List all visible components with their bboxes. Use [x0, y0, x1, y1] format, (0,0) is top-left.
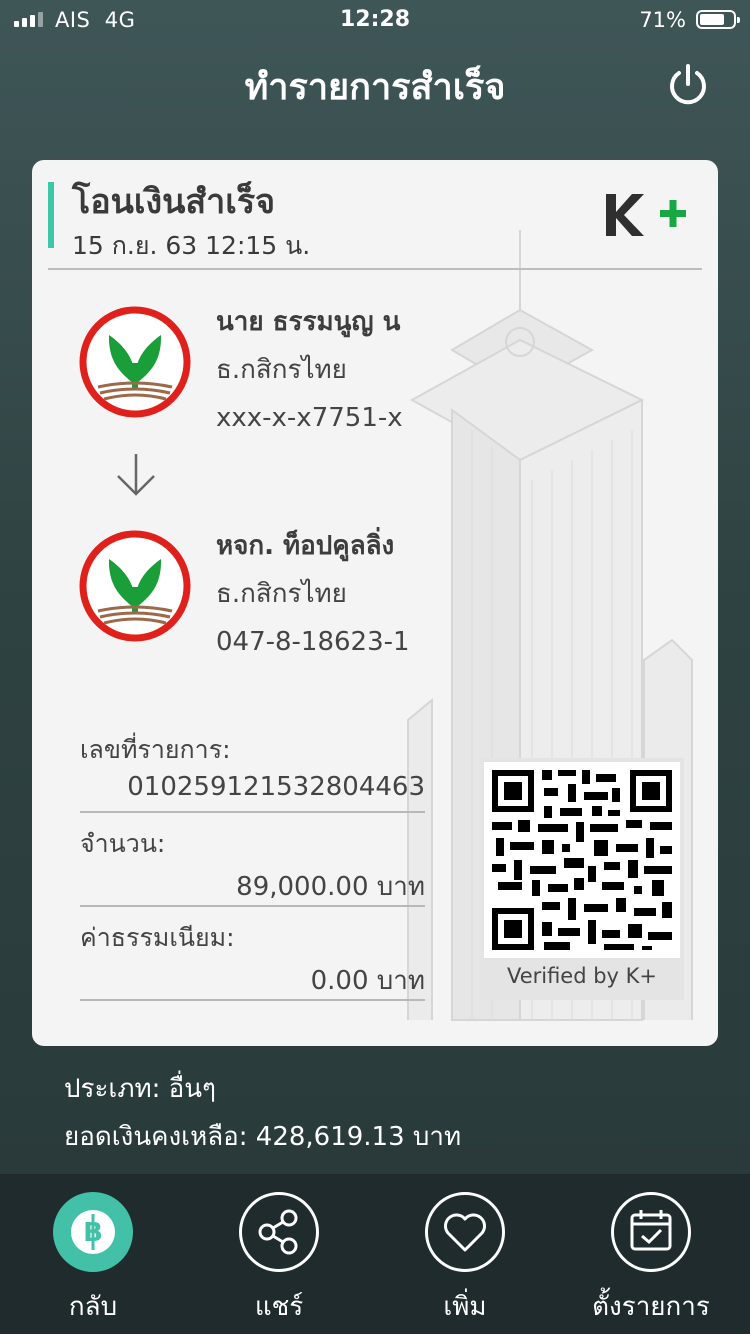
receiver-details: หจก. ท็อปคูลลิ่ง ธ.กสิกรไทย 047-8-18623-…	[216, 524, 410, 668]
qr-caption: Verified by K+	[506, 964, 658, 988]
tab-label-share: แชร์	[254, 1292, 304, 1322]
transfer-receipt-card: โอนเงินสำเร็จ 15 ก.ย. 63 12:15 น. นาย ธร…	[32, 160, 718, 1046]
power-button[interactable]	[665, 62, 711, 108]
tab-label-back: กลับ	[68, 1292, 118, 1322]
title-accent-bar	[48, 182, 54, 248]
tab-label-schedule: ตั้งรายการ	[592, 1292, 710, 1322]
power-icon	[670, 64, 706, 105]
share-icon	[258, 1209, 298, 1255]
back-button[interactable]: B กลับ	[0, 1174, 186, 1334]
reference-label: เลขที่รายการ:	[80, 735, 231, 764]
reference-number: 010259121532804463	[127, 772, 425, 802]
bottom-action-bar: B กลับ แชร์ เพิ่ม	[0, 1174, 750, 1334]
tab-label-add: เพิ่ม	[443, 1292, 487, 1322]
battery-icon	[696, 10, 740, 29]
header-divider	[48, 268, 702, 270]
kplus-logo	[606, 194, 686, 236]
receipt-title: โอนเงินสำเร็จ	[72, 182, 276, 222]
share-button[interactable]: แชร์	[186, 1174, 372, 1334]
receiver-account: 047-8-18623-1	[216, 627, 410, 657]
receiver-name: หจก. ท็อปคูลลิ่ง	[216, 531, 395, 561]
baht-coin-icon: B	[71, 1210, 115, 1254]
field-divider	[80, 905, 425, 907]
page-title: ทำรายการสำเร็จ	[244, 67, 506, 108]
status-time: 12:28	[339, 7, 411, 32]
field-divider	[80, 999, 425, 1001]
qr-code	[484, 762, 680, 958]
sender-details: นาย ธรรมนูญ น ธ.กสิกรไทย xxx-x-x7751-x	[216, 300, 403, 444]
verification-qr-box: Verified by K+	[480, 758, 684, 1000]
add-favorite-button[interactable]: เพิ่ม	[372, 1174, 558, 1334]
sender-name: นาย ธรรมนูญ น	[216, 307, 401, 337]
field-divider	[80, 811, 425, 813]
fee-label: ค่าธรรมเนียม:	[80, 923, 235, 952]
heart-icon	[444, 1213, 486, 1252]
battery-percent: 71%	[639, 8, 686, 32]
arrow-down-icon	[117, 454, 155, 496]
status-bar: AIS 4G 12:28 71%	[0, 0, 750, 40]
transaction-type: ประเภท: อื่นๆ	[64, 1074, 216, 1104]
transaction-datetime: 15 ก.ย. 63 12:15 น.	[72, 231, 311, 260]
receiver-bank: ธ.กสิกรไทย	[216, 579, 347, 609]
sender-bank: ธ.กสิกรไทย	[216, 355, 347, 385]
remaining-balance: ยอดเงินคงเหลือ: 428,619.13 บาท	[64, 1122, 462, 1152]
fee-value: 0.00 บาท	[310, 966, 425, 996]
schedule-button[interactable]: ตั้งรายการ	[558, 1174, 744, 1334]
kasikorn-bank-logo	[79, 530, 191, 642]
amount-label: จำนวน:	[80, 829, 166, 858]
kasikorn-bank-logo	[79, 306, 191, 418]
sender-account: xxx-x-x7751-x	[216, 403, 403, 433]
amount-value: 89,000.00 บาท	[236, 872, 425, 902]
calendar-check-icon	[630, 1210, 672, 1251]
